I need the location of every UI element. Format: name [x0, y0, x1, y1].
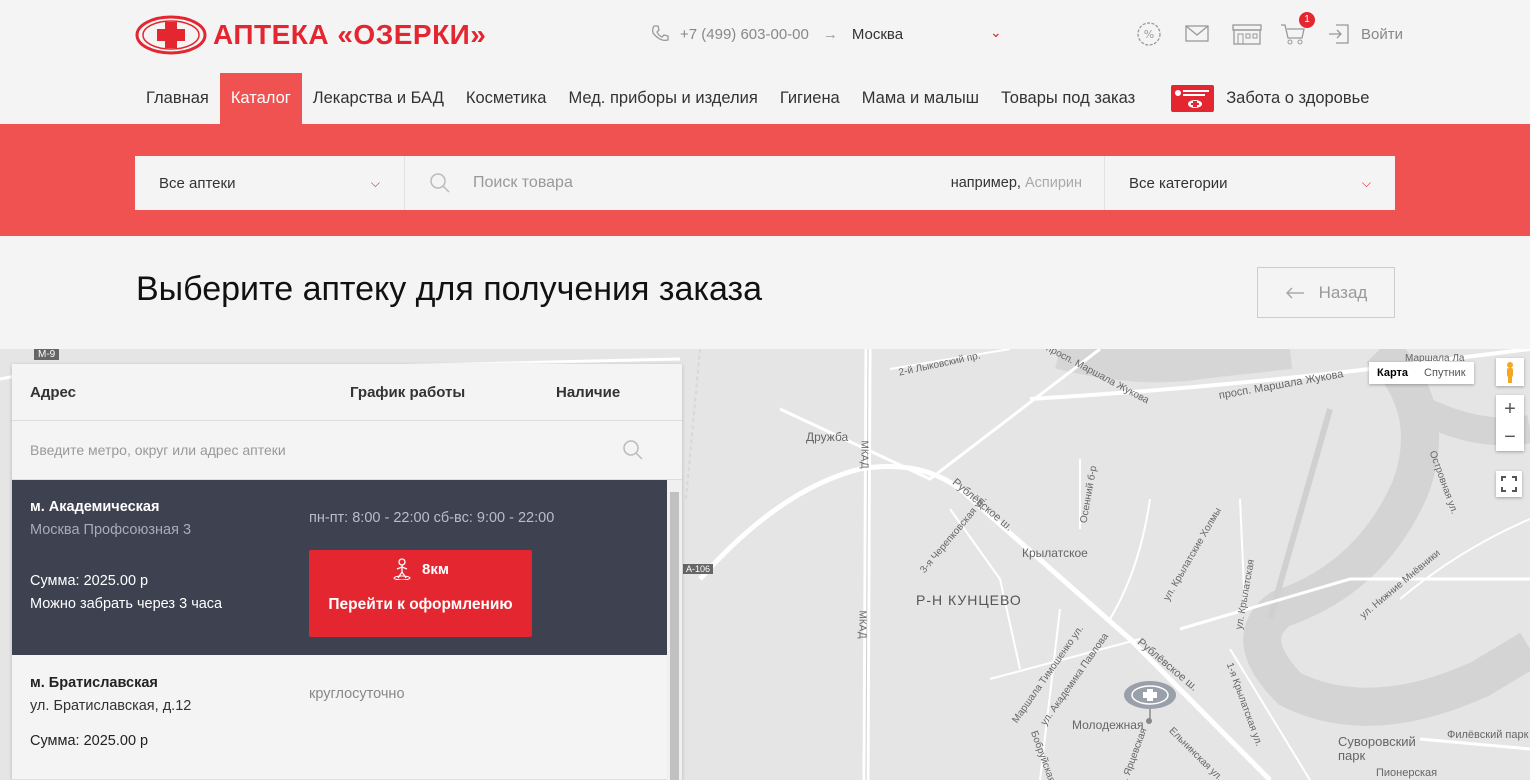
pharmacy-panel: Адрес График работы Наличие Введите метр… — [12, 364, 682, 780]
nav-item-mother-baby[interactable]: Мама и малыш — [851, 73, 990, 124]
map-label-suvorovsky: Суворовский парк — [1338, 734, 1416, 763]
search-icon[interactable] — [622, 439, 644, 461]
map-type-satellite[interactable]: Спутник — [1416, 362, 1473, 384]
order-sum: Сумма: 2025.00 р — [30, 573, 149, 589]
health-care-label: Забота о здоровье — [1226, 89, 1370, 107]
arrow-right-icon: → — [822, 25, 838, 43]
nav-item-cosmetics[interactable]: Косметика — [455, 73, 558, 124]
nav-item-on-order[interactable]: Товары под заказ — [990, 73, 1146, 124]
health-care-logo-icon — [1171, 85, 1215, 112]
logo-text: АПТЕКА «ОЗЕРКИ» — [213, 19, 487, 50]
map-label-pionerskaya: Пионерская — [1376, 767, 1438, 779]
cart-count-badge: 1 — [1299, 12, 1315, 28]
phone-icon — [652, 25, 669, 41]
zoom-control: + − — [1496, 395, 1524, 451]
map-label-m9: М-9 — [34, 349, 60, 360]
map-label-molodezhnaya: Молодежная — [1072, 718, 1144, 732]
order-sum: Сумма: 2025.00 р — [30, 733, 149, 749]
main-nav: Главная Каталог Лекарства и БАД Косметик… — [135, 73, 1380, 124]
page-title: Выберите аптеку для получения заказа — [136, 270, 763, 308]
pharmacy-row-selected[interactable]: м. Академическая Москва Профсоюзная 3 Су… — [12, 480, 667, 655]
nav-item-hygiene[interactable]: Гигиена — [769, 73, 851, 124]
map-label-mkad-2: МКАД — [856, 610, 868, 639]
nav-item-medical-devices[interactable]: Мед. приборы и изделия — [557, 73, 768, 124]
pharmacy-list: м. Академическая Москва Профсоюзная 3 Су… — [12, 480, 682, 780]
metro-station: м. Академическая — [30, 499, 160, 515]
scrollbar-thumb[interactable] — [670, 492, 679, 780]
product-search-input[interactable]: Поиск товара например, Аспирин — [405, 156, 1104, 210]
metro-station: м. Братиславская — [30, 675, 158, 691]
search-example-prefix: например, — [950, 175, 1021, 191]
user-toolbar: % 1 Войти — [1135, 12, 1403, 48]
fullscreen-icon[interactable] — [1496, 471, 1522, 497]
city-select[interactable]: Москва — [852, 26, 903, 43]
search-placeholder: Поиск товара — [473, 174, 573, 191]
checkout-label: Перейти к оформлению — [328, 596, 513, 613]
header: АПТЕКА «ОЗЕРКИ» +7 (499) 603-00-00 → Мос… — [0, 0, 1530, 124]
store-icon[interactable] — [1231, 20, 1262, 48]
cart-icon[interactable]: 1 — [1279, 12, 1315, 48]
chevron-down-icon: ⌵ — [370, 175, 380, 190]
search-band: Все аптеки ⌵ Поиск товара например, Аспи… — [0, 124, 1530, 236]
map-label-kuntsevo: Р-Н КУНЦЕВО — [916, 592, 1022, 608]
map-type-control: Карта Спутник — [1369, 362, 1474, 384]
discount-icon[interactable]: % — [1135, 20, 1163, 48]
map-label-druzhba: Дружба — [806, 430, 849, 444]
pickup-time: Можно забрать через 3 часа — [30, 596, 223, 612]
pharmacy-address: Москва Профсоюзная 3 — [30, 522, 192, 538]
phone-number[interactable]: +7 (499) 603-00-00 — [680, 26, 809, 43]
pharmacy-select[interactable]: Все аптеки ⌵ — [135, 156, 405, 210]
arrow-left-icon — [1285, 286, 1304, 299]
login-icon — [1329, 24, 1349, 44]
checkout-button[interactable]: 8км Перейти к оформлению — [309, 550, 532, 637]
pharmacy-select-value: Все аптеки — [159, 174, 236, 192]
phone-block: +7 (499) 603-00-00 → Москва — [650, 24, 903, 44]
login-label: Войти — [1361, 25, 1403, 43]
nav-item-home[interactable]: Главная — [135, 73, 220, 124]
distance: 8км — [309, 558, 532, 580]
back-button[interactable]: Назад — [1257, 267, 1395, 318]
search-bar: Все аптеки ⌵ Поиск товара например, Аспи… — [135, 156, 1395, 210]
pharmacy-search-input[interactable]: Введите метро, округ или адрес аптеки — [12, 421, 682, 480]
logo[interactable]: АПТЕКА «ОЗЕРКИ» — [135, 15, 486, 55]
distance-value: 8км — [422, 560, 449, 578]
nav-item-health-care[interactable]: Забота о здоровье — [1160, 73, 1380, 124]
map-label-krylatskoe: Крылатское — [1022, 546, 1088, 560]
working-hours: круглосуточно — [309, 686, 405, 702]
map-type-map[interactable]: Карта — [1369, 362, 1416, 384]
nav-item-catalog[interactable]: Каталог — [219, 73, 302, 124]
map-label-filevsky: Филёвский парк — [1447, 729, 1529, 741]
back-label: Назад — [1318, 282, 1368, 302]
pharmacy-row[interactable]: м. Братиславская ул. Братиславская, д.12… — [12, 655, 667, 780]
col-schedule: График работы — [350, 383, 466, 401]
chevron-down-icon[interactable]: ⌄ — [990, 24, 1002, 41]
pharmacy-search-placeholder: Введите метро, округ или адрес аптеки — [30, 442, 286, 458]
col-address: Адрес — [30, 383, 77, 401]
search-example-value[interactable]: Аспирин — [1025, 175, 1082, 191]
map-label-mkad: МКАД — [858, 440, 870, 469]
logo-cross-icon — [135, 15, 207, 55]
login-link[interactable]: Войти — [1327, 22, 1403, 46]
mail-icon[interactable] — [1183, 20, 1211, 48]
col-availability: Наличие — [556, 383, 621, 401]
panel-header: Адрес График работы Наличие — [12, 364, 682, 421]
search-example: например, Аспирин — [951, 175, 1082, 191]
working-hours: пн-пт: 8:00 - 22:00 сб-вс: 9:00 - 22:00 — [309, 510, 555, 526]
map-label-a106: А-106 — [683, 564, 714, 574]
pharmacy-address: ул. Братиславская, д.12 — [30, 698, 192, 714]
search-icon — [430, 173, 450, 193]
pegman-icon[interactable] — [1496, 358, 1524, 386]
category-select-value: Все категории — [1129, 174, 1228, 192]
walking-distance-icon — [393, 558, 411, 580]
chevron-down-icon: ⌵ — [1361, 175, 1371, 190]
category-select[interactable]: Все категории ⌵ — [1104, 156, 1395, 210]
zoom-in-button[interactable]: + — [1496, 395, 1524, 423]
panel-scrollbar[interactable] — [667, 480, 682, 780]
zoom-out-button[interactable]: − — [1496, 423, 1524, 451]
nav-item-medicines[interactable]: Лекарства и БАД — [302, 73, 455, 124]
svg-text:%: % — [1144, 28, 1154, 41]
